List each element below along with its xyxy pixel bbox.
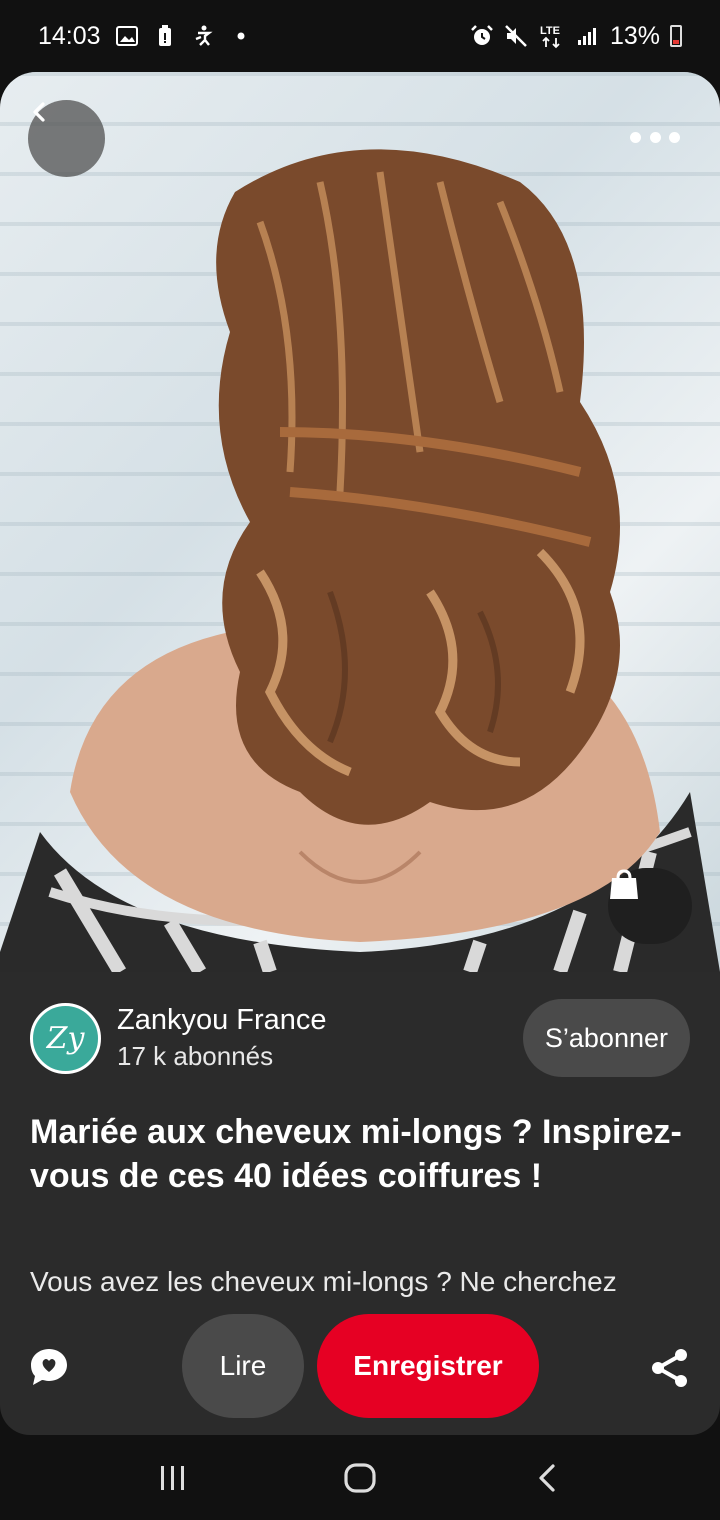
shopping-bag-icon bbox=[610, 869, 638, 899]
comment-button[interactable] bbox=[28, 1346, 70, 1388]
back-icon bbox=[33, 102, 45, 122]
shop-button[interactable] bbox=[608, 868, 692, 944]
read-button[interactable]: Lire bbox=[182, 1314, 304, 1418]
hairstyle-illustration bbox=[0, 149, 720, 972]
battery-icon bbox=[670, 25, 682, 47]
status-time: 14:03 bbox=[38, 21, 101, 50]
mute-icon bbox=[504, 24, 528, 48]
battery-percent: 13% bbox=[609, 21, 660, 50]
back-nav-button[interactable] bbox=[517, 1453, 577, 1503]
more-icon-dot bbox=[649, 131, 661, 143]
svg-text:LTE: LTE bbox=[540, 25, 560, 37]
pin-description: Vous avez les cheveux mi-longs ? Ne cher… bbox=[30, 1266, 617, 1297]
signal-icon bbox=[576, 24, 600, 48]
share-icon bbox=[652, 1349, 687, 1387]
more-icon-dot bbox=[630, 131, 641, 143]
more-icon-dot bbox=[669, 131, 680, 143]
action-bar: Lire Enregistrer bbox=[0, 1312, 720, 1422]
alarm-icon bbox=[470, 24, 494, 48]
follow-button[interactable]: S’abonner bbox=[522, 999, 690, 1077]
home-icon bbox=[344, 1462, 376, 1493]
creator-name[interactable]: Zankyou France bbox=[117, 1004, 327, 1037]
pin-card: Zy Zankyou France 17 k abonnés S’abonner… bbox=[0, 72, 720, 1435]
more-button[interactable] bbox=[630, 122, 680, 152]
pin-image[interactable] bbox=[0, 72, 720, 972]
navigation-bar bbox=[0, 1435, 720, 1520]
creator-info[interactable]: Zankyou France 17 k abonnés bbox=[117, 1004, 327, 1072]
creator-followers: 17 k abonnés bbox=[117, 1041, 274, 1071]
pin-description-container: Vous avez les cheveux mi-longs ? Ne cher… bbox=[30, 1264, 690, 1302]
comment-icon bbox=[31, 1349, 67, 1385]
battery-saver-icon bbox=[153, 24, 177, 48]
recents-button[interactable] bbox=[143, 1453, 203, 1503]
save-button[interactable]: Enregistrer bbox=[317, 1314, 539, 1418]
share-button[interactable] bbox=[648, 1346, 692, 1390]
pin-title: Mariée aux cheveux mi-longs ? Inspirez-v… bbox=[30, 1113, 682, 1195]
dot-icon bbox=[229, 24, 253, 48]
status-bar: 14:03 LTE 13% bbox=[0, 0, 720, 72]
back-button[interactable] bbox=[28, 100, 105, 177]
recents-icon bbox=[161, 1465, 185, 1490]
back-nav-icon bbox=[539, 1463, 555, 1492]
accessibility-icon bbox=[191, 24, 215, 48]
avatar[interactable]: Zy bbox=[30, 1002, 101, 1074]
creator-row: Zy Zankyou France 17 k abonnés S’abonner bbox=[30, 998, 690, 1078]
lte-icon: LTE bbox=[538, 24, 566, 49]
gallery-icon bbox=[115, 24, 139, 48]
home-button[interactable] bbox=[330, 1453, 390, 1503]
